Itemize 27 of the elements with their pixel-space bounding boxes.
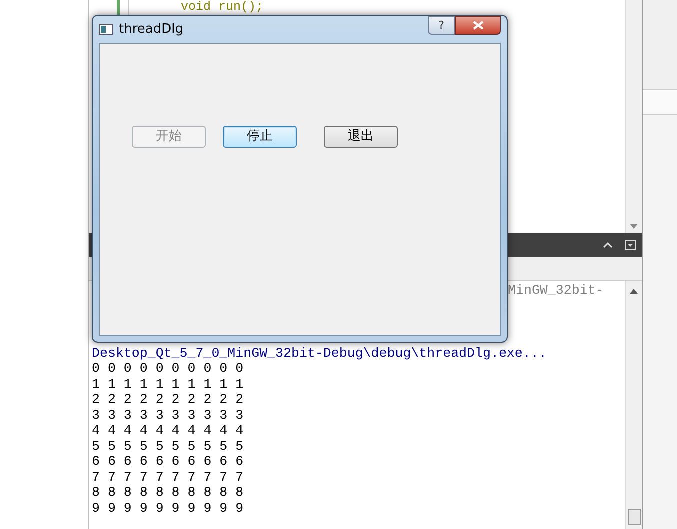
- output-line: 8 8 8 8 8 8 8 8 8 8: [92, 485, 244, 500]
- code-line: void run();: [181, 0, 264, 14]
- dialog-button[interactable]: 退出: [324, 126, 398, 148]
- scroll-down-icon[interactable]: [630, 224, 638, 229]
- output-line: 5 5 5 5 5 5 5 5 5 5: [92, 438, 244, 454]
- output-line: 4 4 4 4 4 4 4 4 4 4: [92, 423, 244, 438]
- output-line: 6 6 6 6 6 6 6 6 6 6: [92, 454, 244, 470]
- help-button[interactable]: ?: [428, 16, 455, 35]
- output-line: 7 7 7 7 7 7 7 7 7 7: [92, 470, 244, 485]
- output-line: Desktop_Qt_5_7_0_MinGW_32bit-Debug\debug\threadDlg.exe...: [92, 346, 547, 361]
- scroll-up-icon[interactable]: [630, 289, 638, 294]
- window-title: threadDlg: [119, 20, 184, 39]
- output-line: MinGW_32bit-: [507, 283, 604, 298]
- caret-up-icon[interactable]: [603, 242, 613, 248]
- dialog-button[interactable]: 停止: [223, 126, 297, 148]
- minimize-panel-icon[interactable]: [625, 240, 636, 250]
- output-line: 0 0 0 0 0 0 0 0 0 0: [92, 361, 244, 376]
- close-icon[interactable]: [472, 21, 484, 30]
- scrollbar[interactable]: [625, 281, 642, 529]
- output-line: 1 1 1 1 1 1 1 1 1 1: [92, 376, 244, 392]
- scrollbar[interactable]: [625, 0, 642, 233]
- output-line: 2 2 2 2 2 2 2 2 2 2: [92, 392, 244, 408]
- close-button[interactable]: [455, 16, 501, 35]
- output-line: 3 3 3 3 3 3 3 3 3 3: [92, 408, 244, 423]
- output-line: 9 9 9 9 9 9 9 9 9 9: [92, 500, 244, 516]
- scroll-thumb[interactable]: [628, 509, 640, 525]
- app-icon: [99, 24, 113, 35]
